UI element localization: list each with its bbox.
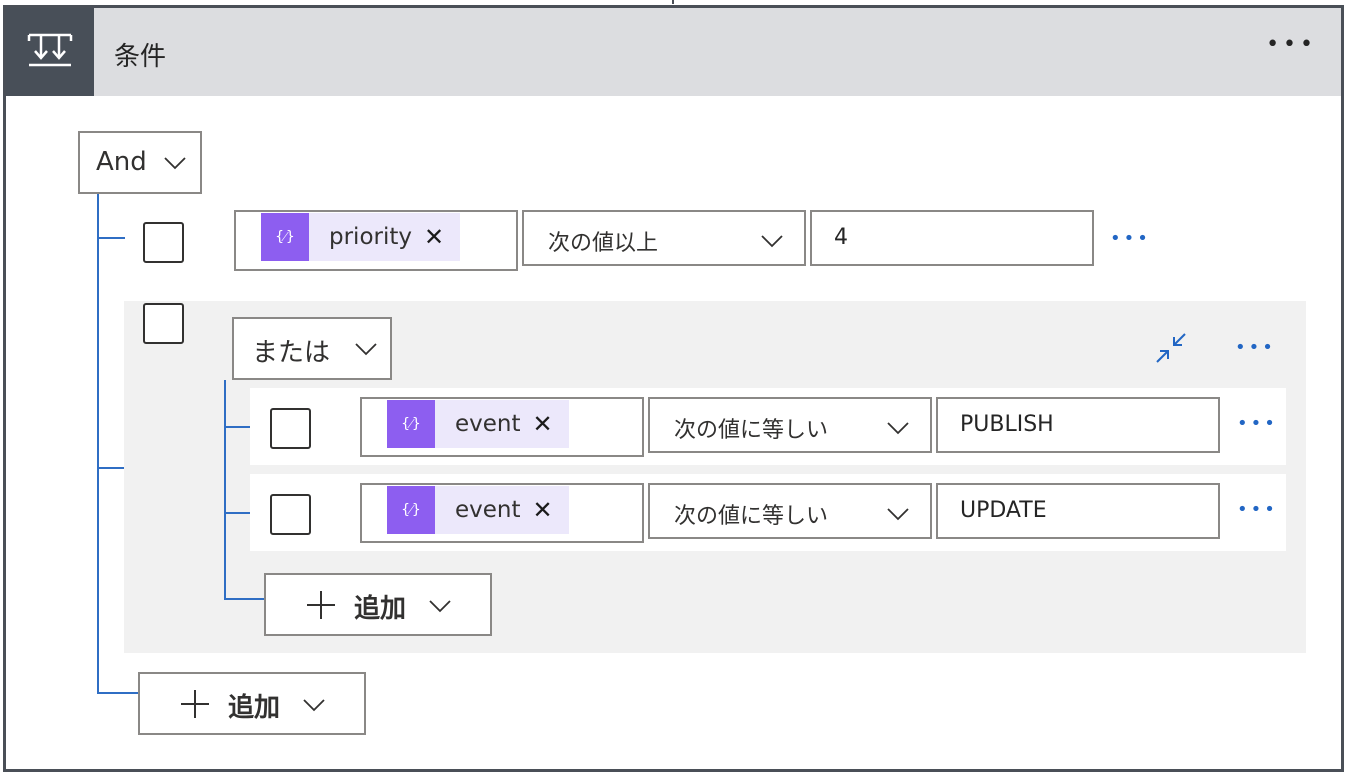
chevron-down-icon <box>164 157 186 170</box>
group-operator-label: And <box>96 147 147 177</box>
condition-row: {⁄} event ✕ 次の値に等しい PUBLISH ••• <box>250 388 1286 465</box>
condition-card: 条件 ••• And {⁄} priority ✕ 次の値以上 4 ••• また… <box>3 5 1344 772</box>
add-label: 追加 <box>228 693 281 723</box>
operator-label: 次の値に等しい <box>674 504 829 529</box>
chevron-down-icon <box>761 235 783 248</box>
condition-icon <box>6 8 94 96</box>
token-label: event <box>455 411 521 437</box>
collapse-icon[interactable] <box>1154 331 1188 365</box>
remove-token-icon[interactable]: ✕ <box>424 223 444 251</box>
chevron-down-icon <box>355 343 377 356</box>
add-button[interactable]: 追加 <box>138 672 366 735</box>
condition-more-button[interactable]: ••• <box>1110 228 1151 249</box>
chevron-down-icon <box>887 508 909 521</box>
card-title: 条件 <box>114 42 167 72</box>
token-label: event <box>455 497 521 523</box>
operator-label: 次の値以上 <box>548 231 659 256</box>
condition-value-input[interactable]: PUBLISH <box>936 397 1220 453</box>
subgroup-more-button[interactable]: ••• <box>1235 337 1276 358</box>
expression-icon: {⁄} <box>261 213 309 261</box>
value-text: UPDATE <box>960 498 1047 523</box>
value-text: PUBLISH <box>960 412 1054 437</box>
subgroup-operator-label: または <box>252 338 331 368</box>
chevron-down-icon <box>887 422 909 435</box>
condition-value-input[interactable]: UPDATE <box>936 483 1220 539</box>
expression-icon: {⁄} <box>387 486 435 534</box>
condition-checkbox[interactable] <box>143 222 184 263</box>
condition-row: {⁄} event ✕ 次の値に等しい UPDATE ••• <box>250 474 1286 551</box>
tree-branch <box>224 598 264 600</box>
subgroup-operator-dropdown[interactable]: または <box>232 317 392 380</box>
condition-more-button[interactable]: ••• <box>1237 499 1278 520</box>
card-more-menu-button[interactable]: ••• <box>1266 32 1317 57</box>
chevron-down-icon <box>429 600 451 613</box>
condition-checkbox[interactable] <box>270 494 311 535</box>
remove-token-icon[interactable]: ✕ <box>533 496 553 524</box>
chevron-down-icon <box>303 699 325 712</box>
top-connector <box>672 0 674 4</box>
condition-left-operand[interactable]: {⁄} priority ✕ <box>234 210 518 271</box>
subgroup-add-button[interactable]: 追加 <box>264 573 492 636</box>
dynamic-token: {⁄} event ✕ <box>387 400 569 448</box>
condition-operator-dropdown[interactable]: 次の値に等しい <box>648 397 932 453</box>
nested-group: または ••• {⁄} event ✕ 次の値に等しい PUBLISH ••• … <box>124 301 1306 653</box>
group-checkbox[interactable] <box>143 303 184 344</box>
tree-branch <box>97 467 125 469</box>
expression-icon: {⁄} <box>387 400 435 448</box>
add-label: 追加 <box>354 594 407 624</box>
remove-token-icon[interactable]: ✕ <box>533 410 553 438</box>
tree-branch <box>224 426 250 428</box>
tree-branch <box>97 237 125 239</box>
dynamic-token: {⁄} priority ✕ <box>261 213 461 261</box>
condition-value-input[interactable]: 4 <box>810 210 1094 266</box>
condition-left-operand[interactable]: {⁄} event ✕ <box>360 483 644 543</box>
value-text: 4 <box>834 225 848 250</box>
tree-line <box>97 194 99 694</box>
condition-operator-dropdown[interactable]: 次の値以上 <box>522 210 806 266</box>
plus-icon <box>181 690 209 718</box>
card-header[interactable]: 条件 ••• <box>6 8 1341 96</box>
condition-operator-dropdown[interactable]: 次の値に等しい <box>648 483 932 539</box>
tree-line <box>224 380 226 600</box>
token-label: priority <box>329 224 412 250</box>
condition-left-operand[interactable]: {⁄} event ✕ <box>360 397 644 457</box>
plus-icon <box>307 591 335 619</box>
condition-more-button[interactable]: ••• <box>1237 413 1278 434</box>
dynamic-token: {⁄} event ✕ <box>387 486 569 534</box>
condition-checkbox[interactable] <box>270 408 311 449</box>
group-operator-dropdown[interactable]: And <box>78 131 202 194</box>
tree-branch <box>97 692 141 694</box>
operator-label: 次の値に等しい <box>674 418 829 443</box>
tree-branch <box>224 512 250 514</box>
